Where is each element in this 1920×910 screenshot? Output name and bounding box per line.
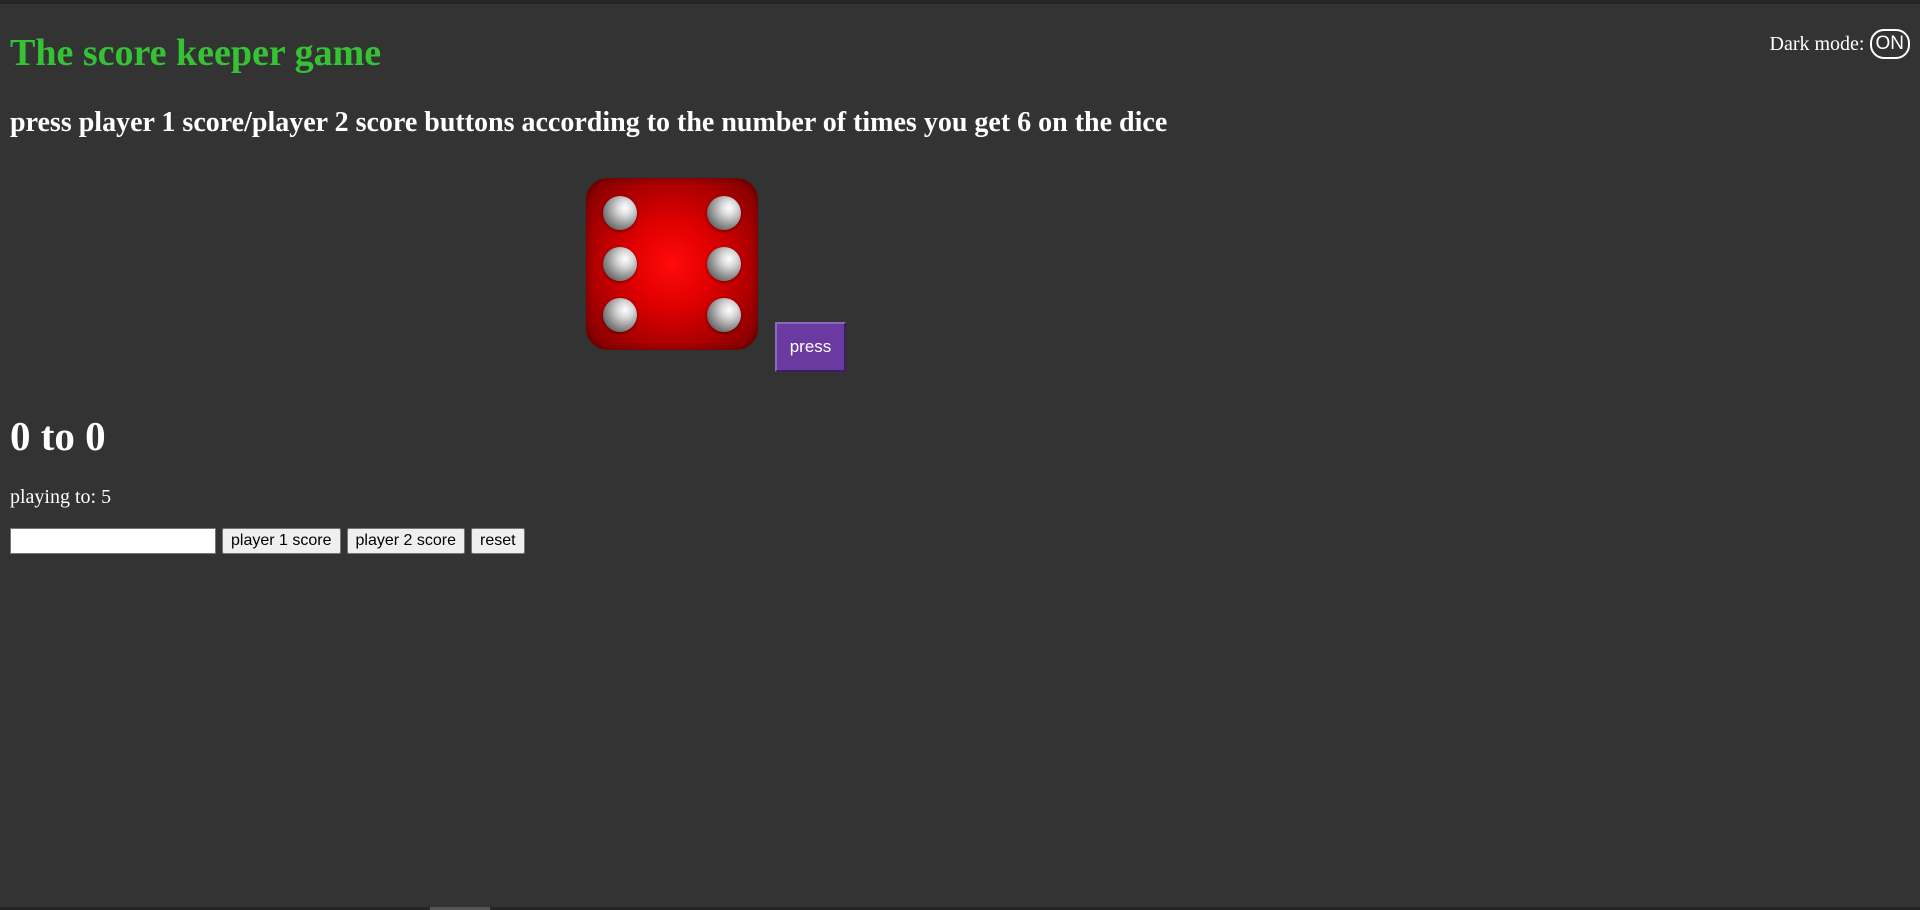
winning-score-input[interactable] (10, 528, 216, 554)
score-controls: player 1 score player 2 score reset (10, 528, 525, 554)
score-display: 0 to 0 (10, 413, 106, 459)
dice-pip (707, 247, 741, 281)
dice-pip (603, 298, 637, 332)
dice-pip (707, 196, 741, 230)
player-2-score-button[interactable]: player 2 score (346, 528, 465, 554)
dark-mode-toggle[interactable]: ON (1869, 29, 1910, 59)
reset-button[interactable]: reset (471, 528, 525, 554)
dice-six-icon (586, 178, 758, 350)
dice-pip (603, 247, 637, 281)
player-1-score-button[interactable]: player 1 score (222, 528, 341, 554)
dark-mode-control: Dark mode: ON (1770, 29, 1910, 59)
roll-dice-button[interactable]: press (775, 322, 846, 372)
dice-pip (707, 298, 741, 332)
instructions-text: press player 1 score/player 2 score butt… (10, 107, 1168, 138)
dice-pip (603, 196, 637, 230)
playing-to-text: playing to: 5 (10, 486, 112, 508)
page-title: The score keeper game (10, 32, 382, 74)
top-border (0, 0, 1920, 4)
dark-mode-label: Dark mode: (1769, 32, 1865, 55)
